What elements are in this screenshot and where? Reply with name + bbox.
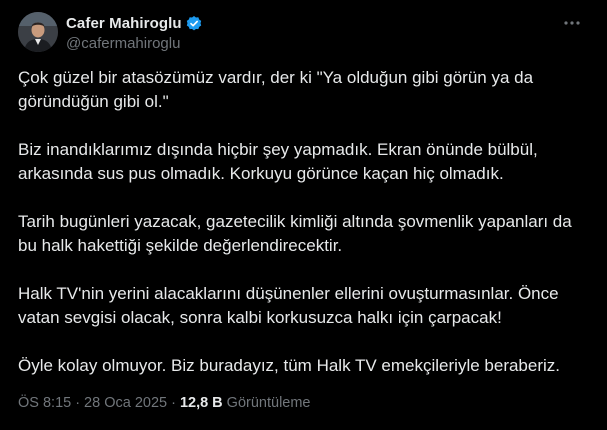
profile-photo <box>18 12 58 52</box>
meta-separator: · <box>75 395 81 411</box>
views-label: Görüntüleme <box>226 395 311 411</box>
meta-separator: · <box>171 395 176 411</box>
author-info: Cafer Mahiroglu @cafermahiroglu <box>66 13 203 52</box>
avatar[interactable] <box>18 12 58 52</box>
tweet-paragraph: Tarih bugünleri yazacak, gazetecilik kim… <box>18 212 572 255</box>
tweet-date[interactable]: 28 Oca 2025 <box>84 395 167 411</box>
tweet-paragraph: Çok güzel bir atasözümüz vardır, der ki … <box>18 68 534 111</box>
tweet-paragraph: Halk TV'nin yerini alacaklarını düşünenl… <box>18 284 559 327</box>
tweet-paragraph: Biz inandıklarımız dışında hiçbir şey ya… <box>18 140 538 183</box>
verified-badge-icon <box>185 14 203 32</box>
tweet-paragraph: Öyle kolay olmuyor. Biz buradayız, tüm H… <box>18 356 560 375</box>
author-handle[interactable]: @cafermahiroglu <box>66 35 203 52</box>
tweet-time[interactable]: ÖS 8:15 <box>18 395 71 411</box>
tweet-text: Çok güzel bir atasözümüz vardır, der ki … <box>18 66 593 378</box>
tweet-header: Cafer Mahiroglu @cafermahiroglu <box>18 10 591 56</box>
name-row: Cafer Mahiroglu <box>66 13 203 33</box>
tweet-metadata: ÖS 8:15 · 28 Oca 2025 · 12,8 B Görüntüle… <box>18 395 311 411</box>
views-count: 12,8 B <box>179 395 223 411</box>
author-display-name[interactable]: Cafer Mahiroglu <box>66 15 182 32</box>
more-horizontal-icon[interactable] <box>561 12 583 34</box>
